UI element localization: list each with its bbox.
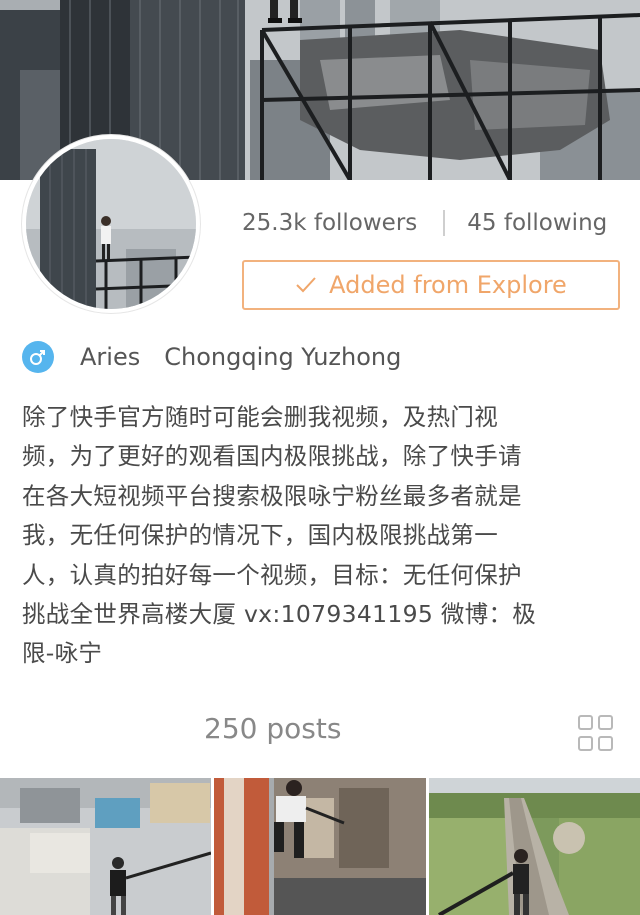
followers-count[interactable]: 25.3k followers (242, 210, 417, 236)
grid-cell (598, 735, 613, 751)
profile-stats: 25.3k followers 45 following (242, 203, 622, 243)
bio-line: 挑战全世界高楼大厦 vx:1079341195 微博：极 (22, 600, 537, 629)
grid-cell (578, 715, 593, 730)
location-label: Chongqing Yuzhong (164, 343, 402, 371)
bio-line: 限-咏宁 (22, 639, 103, 668)
post-thumbnail[interactable] (429, 778, 640, 915)
bio-line: 在各大短视频平台搜索极限咏宁粉丝最多者就是 (22, 481, 522, 510)
bio-line: 频，为了更好的观看国内极限挑战，除了快手请 (22, 442, 522, 471)
added-from-explore-button[interactable]: Added from Explore (242, 260, 620, 310)
bio-line: 人，认真的拍好每一个视频，目标：无任何保护 (22, 560, 522, 589)
post-grid (0, 778, 640, 915)
profile-info-row: Aries Chongqing Yuzhong (22, 337, 401, 377)
grid-view-icon[interactable] (578, 715, 614, 751)
profile-bio: 除了快手官方随时可能会删我视频，及热门视 频，为了更好的观看国内极限挑战，除了快… (22, 398, 618, 674)
posts-count: 250 posts (204, 712, 342, 745)
zodiac-label: Aries (80, 343, 141, 371)
stats-divider (443, 210, 446, 236)
profile-page: 25.3k followers 45 following Added from … (0, 0, 640, 915)
check-icon (295, 276, 317, 294)
grid-cell (598, 715, 613, 730)
avatar[interactable] (22, 135, 200, 313)
bio-line: 我，无任何保护的情况下，国内极限挑战第一 (22, 521, 498, 550)
male-symbol-icon (22, 341, 54, 373)
bio-line: 除了快手官方随时可能会删我视频，及热门视 (22, 403, 498, 431)
following-count[interactable]: 45 following (467, 210, 607, 236)
grid-cell (578, 735, 593, 751)
post-thumbnail[interactable] (214, 778, 426, 915)
added-label: Added from Explore (329, 271, 567, 299)
post-thumbnail[interactable] (0, 778, 211, 915)
